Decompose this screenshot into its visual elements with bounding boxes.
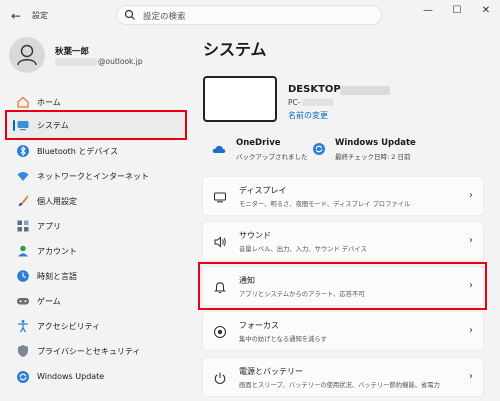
windows-update-title: Windows Update — [335, 138, 416, 148]
close-button[interactable]: ✕ — [478, 4, 494, 18]
user-name: 秋葉一郎 — [55, 47, 90, 57]
shield-icon — [18, 345, 28, 357]
account-icon — [18, 245, 28, 257]
card-display[interactable]: ディスプレイ モニター、明るさ、夜間モード、ディスプレイ プロファイル › — [202, 176, 484, 216]
card-title: サウンド — [239, 231, 271, 240]
time-language-icon — [17, 270, 29, 282]
title-bar: ← 設定 設定の検索 — ☐ ✕ — [0, 0, 500, 32]
card-sound[interactable]: サウンド 音量レベル、出力、入力、サウンド デバイス › — [202, 221, 484, 261]
search-placeholder: 設定の検索 — [143, 12, 186, 22]
page-title: システム — [203, 40, 267, 59]
sidebar-item-label: アクセシビリティ — [37, 322, 101, 331]
apps-icon — [17, 220, 29, 232]
highlight-notifications — [198, 262, 487, 310]
user-email: @outlook.jp — [98, 57, 143, 66]
card-subtitle: 画面とスリープ、バッテリーの使用状況、バッテリー節約機能、省電力 — [239, 382, 440, 389]
bluetooth-icon — [17, 145, 29, 157]
back-button[interactable]: ← — [8, 8, 24, 24]
card-title: ディスプレイ — [239, 186, 287, 195]
card-power-battery[interactable]: 電源とバッテリー 画面とスリープ、バッテリーの使用状況、バッテリー節約機能、省電… — [202, 357, 484, 397]
sound-icon — [214, 236, 226, 248]
sidebar-item-accounts[interactable]: アカウント — [6, 238, 186, 264]
power-icon — [214, 372, 226, 385]
sidebar-item-label: プライバシーとセキュリティ — [37, 347, 141, 356]
card-title: フォーカス — [239, 321, 279, 330]
sidebar-item-label: ゲーム — [37, 297, 61, 306]
sidebar-item-windows-update[interactable]: Windows Update — [6, 364, 186, 390]
card-title: 電源とバッテリー — [239, 367, 303, 376]
maximize-button[interactable]: ☐ — [449, 4, 465, 18]
device-model-redacted — [302, 99, 334, 106]
sidebar-item-label: アプリ — [37, 222, 61, 231]
app-title: 設定 — [32, 11, 48, 20]
minimize-button[interactable]: — — [420, 4, 436, 18]
game-icon — [17, 298, 29, 305]
onedrive-icon — [212, 145, 226, 153]
sidebar-item-accessibility[interactable]: アクセシビリティ — [6, 313, 186, 339]
rename-link[interactable]: 名前の変更 — [288, 110, 328, 121]
accessibility-icon — [18, 320, 28, 333]
device-name: DESKTOP- — [288, 84, 345, 95]
highlight-system — [5, 110, 187, 140]
search-input[interactable]: 設定の検索 — [116, 5, 382, 25]
sidebar-item-apps[interactable]: アプリ — [6, 213, 186, 239]
sidebar-item-label: Windows Update — [37, 372, 105, 381]
onedrive-title: OneDrive — [236, 138, 281, 148]
windows-update-icon[interactable] — [312, 142, 326, 156]
person-icon — [17, 44, 37, 66]
sidebar-item-gaming[interactable]: ゲーム — [6, 288, 186, 314]
device-name-redacted — [340, 86, 390, 95]
email-redacted — [55, 58, 97, 66]
onedrive-status: バックアップされました — [236, 153, 308, 161]
sidebar-item-network[interactable]: ネットワークとインターネット — [6, 163, 186, 189]
card-subtitle: 音量レベル、出力、入力、サウンド デバイス — [239, 246, 367, 253]
focus-icon — [213, 325, 227, 339]
sidebar-item-time-language[interactable]: 時刻と言語 — [6, 263, 186, 289]
display-icon — [213, 192, 227, 203]
chevron-right-icon: › — [469, 371, 473, 382]
sidebar-item-personalization[interactable]: 個人用設定 — [6, 188, 186, 214]
home-icon — [17, 96, 29, 108]
sidebar-item-label: ホーム — [37, 98, 61, 107]
chevron-right-icon: › — [469, 235, 473, 246]
sidebar-item-label: 時刻と言語 — [37, 272, 77, 281]
chevron-right-icon: › — [469, 325, 473, 336]
card-subtitle: モニター、明るさ、夜間モード、ディスプレイ プロファイル — [239, 201, 411, 208]
sidebar-item-label: ネットワークとインターネット — [37, 172, 149, 181]
windows-update-status: 最終チェック日時: 2 日前 — [335, 153, 411, 161]
avatar[interactable] — [9, 37, 45, 73]
sidebar-item-label: 個人用設定 — [37, 197, 77, 206]
sidebar-item-label: アカウント — [37, 247, 77, 256]
device-model: PC- — [288, 98, 301, 107]
sidebar-item-bluetooth[interactable]: Bluetooth とデバイス — [6, 138, 186, 164]
search-icon — [124, 9, 135, 20]
device-thumbnail — [203, 76, 277, 122]
windows-update-icon — [17, 371, 29, 383]
card-subtitle: 集中の妨げとなる通知を減らす — [239, 336, 327, 343]
card-focus[interactable]: フォーカス 集中の妨げとなる通知を減らす › — [202, 311, 484, 351]
sidebar-item-privacy[interactable]: プライバシーとセキュリティ — [6, 338, 186, 364]
brush-icon — [18, 195, 29, 206]
sidebar-item-label: Bluetooth とデバイス — [37, 147, 119, 156]
chevron-right-icon: › — [469, 190, 473, 201]
network-icon — [17, 172, 29, 181]
